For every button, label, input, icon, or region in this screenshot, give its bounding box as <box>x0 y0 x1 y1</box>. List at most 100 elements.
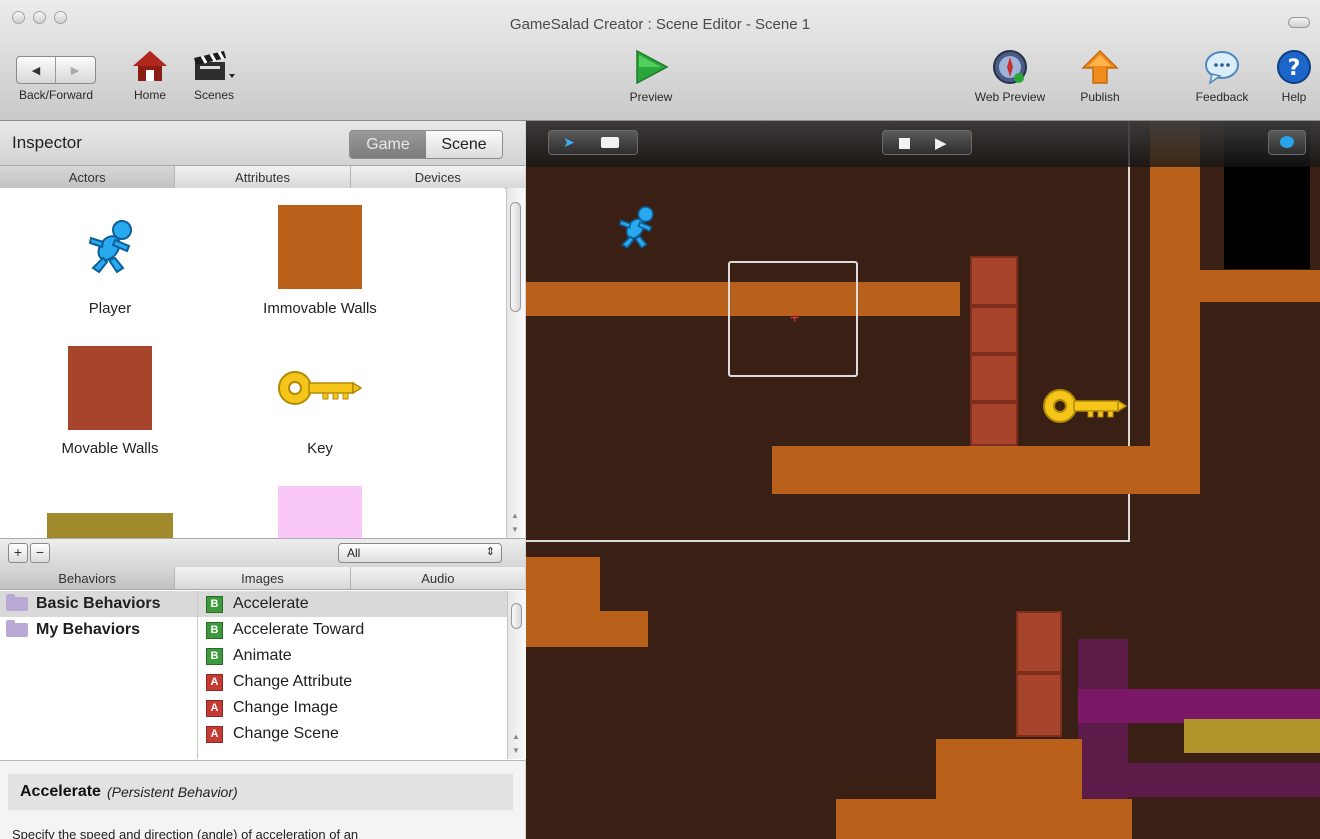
tab-attributes[interactable]: Attributes <box>175 166 351 188</box>
wall-lower-left-step[interactable] <box>600 611 648 647</box>
publish-button[interactable]: Publish <box>1070 48 1130 104</box>
tab-images[interactable]: Images <box>175 567 351 589</box>
tab-devices[interactable]: Devices <box>351 166 525 188</box>
actor-key[interactable] <box>245 358 395 428</box>
forward-button[interactable]: ▶ <box>55 57 94 83</box>
toolbar-toggle-button[interactable] <box>1288 17 1310 28</box>
description-name: Accelerate <box>20 783 101 800</box>
speech-bubble-icon <box>1205 51 1239 85</box>
scene-playback-controls: ▶ <box>882 130 972 155</box>
scenes-button[interactable]: Scenes <box>191 48 237 102</box>
compass-icon <box>993 50 1027 84</box>
scroll-down-arrow-icon[interactable]: ▼ <box>511 525 519 534</box>
play-icon <box>636 49 669 85</box>
description-type: (Persistent Behavior) <box>106 784 238 800</box>
camera-tool-icon[interactable] <box>601 137 619 148</box>
behavior-label: Animate <box>233 647 292 664</box>
immovable-walls-swatch <box>278 205 362 289</box>
behavior-label: Change Image <box>233 699 338 716</box>
movable-wall[interactable] <box>970 306 1018 354</box>
selection-box[interactable]: + <box>728 261 858 377</box>
behavior-label: Accelerate Toward <box>233 621 365 638</box>
wall-lower-left[interactable] <box>526 557 600 647</box>
scene-canvas[interactable]: + ➤ ▶ <box>526 121 1320 839</box>
behavior-change-attribute[interactable]: A Change Attribute <box>198 669 508 695</box>
add-actor-button[interactable]: + <box>8 543 28 563</box>
movable-wall[interactable] <box>1016 611 1062 673</box>
actors-grid: Player Immovable Walls Movable Walls Key <box>0 188 505 538</box>
key-icon <box>278 371 363 405</box>
wall-ledge-right[interactable] <box>1200 270 1320 302</box>
purple-bar[interactable] <box>1078 763 1320 797</box>
movable-wall[interactable] <box>970 354 1018 402</box>
movable-wall[interactable] <box>970 402 1018 446</box>
scene-toolbar: ➤ ▶ <box>526 121 1320 167</box>
tab-behaviors[interactable]: Behaviors <box>0 567 176 589</box>
wall-vertical-right[interactable] <box>1150 121 1200 494</box>
help-button[interactable]: ? Help <box>1272 48 1316 104</box>
actors-scrollbar[interactable]: ▲ ▼ <box>506 188 525 538</box>
actor-label-movable-walls: Movable Walls <box>61 440 159 457</box>
actor-movable-walls[interactable] <box>35 346 185 436</box>
actor-pink-block[interactable] <box>245 486 395 538</box>
tab-audio[interactable]: Audio <box>351 567 525 589</box>
back-forward-label: Back/Forward <box>18 88 94 102</box>
scenes-label: Scenes <box>193 88 235 102</box>
crosshair-icon: + <box>790 310 800 327</box>
actor-player[interactable] <box>35 208 185 308</box>
arrow-tool-icon[interactable]: ➤ <box>563 134 575 151</box>
description-text: Specify the speed and direction (angle) … <box>12 827 359 839</box>
player-actor[interactable] <box>608 201 664 261</box>
behavior-accelerate-toward[interactable]: B Accelerate Toward <box>198 617 508 643</box>
key-actor[interactable] <box>1040 376 1130 436</box>
wall-bottom-base[interactable] <box>836 799 1132 839</box>
description-title: Accelerate (Persistent Behavior) <box>8 774 513 810</box>
folder-my-behaviors[interactable]: My Behaviors <box>0 617 197 643</box>
scroll-up-arrow-icon[interactable]: ▲ <box>512 732 520 741</box>
upload-arrow-icon <box>1081 49 1119 84</box>
magenta-bar[interactable] <box>1078 689 1320 723</box>
behavior-badge-icon: B <box>206 595 223 613</box>
scroll-down-arrow-icon[interactable]: ▼ <box>512 746 520 755</box>
movable-wall[interactable] <box>1016 673 1062 737</box>
behavior-animate[interactable]: B Animate <box>198 643 508 669</box>
behaviors-scrollbar[interactable]: ▲ ▼ <box>507 591 526 759</box>
wall-horizontal-mid[interactable] <box>772 446 1176 494</box>
actors-scroll-thumb[interactable] <box>510 202 521 312</box>
movable-wall[interactable] <box>970 256 1018 306</box>
game-mode-tab[interactable]: Game <box>350 131 426 158</box>
folder-icon <box>6 594 28 611</box>
app-window: GameSalad Creator : Scene Editor - Scene… <box>0 0 1320 839</box>
filter-value: All <box>347 546 361 560</box>
remove-actor-button[interactable]: − <box>30 543 50 563</box>
behaviors-scroll-thumb[interactable] <box>511 603 522 629</box>
behavior-accelerate[interactable]: B Accelerate <box>198 591 508 617</box>
inspector-title: Inspector <box>12 133 82 152</box>
gold-block[interactable] <box>1184 719 1320 753</box>
behavior-label: Change Scene <box>233 725 339 742</box>
scene-layers-button[interactable] <box>1268 130 1306 155</box>
play-icon[interactable]: ▶ <box>935 134 947 152</box>
web-preview-button[interactable]: Web Preview <box>960 48 1060 104</box>
actor-immovable-walls[interactable] <box>245 205 395 295</box>
folder-icon <box>6 620 28 637</box>
tab-actors[interactable]: Actors <box>0 166 176 188</box>
folder-label: Basic Behaviors <box>36 595 161 612</box>
stop-icon[interactable] <box>899 138 910 149</box>
behavior-change-image[interactable]: A Change Image <box>198 695 508 721</box>
preview-label: Preview <box>629 90 673 104</box>
feedback-button[interactable]: Feedback <box>1186 48 1258 104</box>
scene-tool-selector: ➤ <box>548 130 638 155</box>
back-button[interactable]: ◀ <box>17 57 55 83</box>
scene-mode-tab[interactable]: Scene <box>426 131 502 158</box>
scroll-up-arrow-icon[interactable]: ▲ <box>511 511 519 520</box>
home-button[interactable]: Home <box>131 48 169 102</box>
actor-filter-select[interactable]: All ⇕ <box>338 543 502 563</box>
preview-button[interactable]: Preview <box>621 48 681 104</box>
web-preview-label: Web Preview <box>974 90 1046 104</box>
help-label: Help <box>1281 90 1307 104</box>
behavior-change-scene[interactable]: A Change Scene <box>198 721 508 747</box>
actor-gold-block[interactable] <box>35 513 185 538</box>
folder-basic-behaviors[interactable]: Basic Behaviors <box>0 591 197 617</box>
behavior-badge-icon: B <box>206 647 223 665</box>
